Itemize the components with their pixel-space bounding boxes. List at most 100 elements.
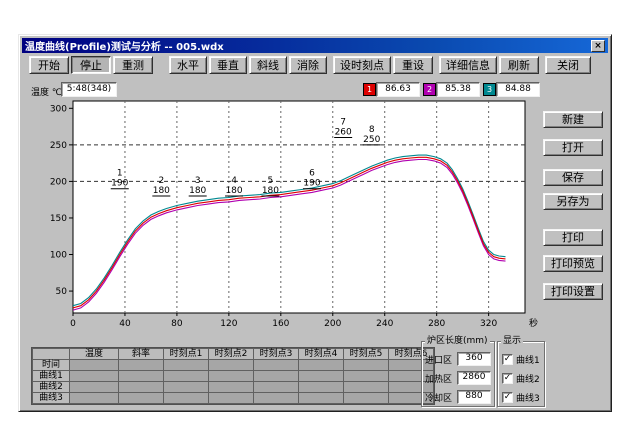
x-tick-label: 0 [70,319,76,329]
legend-swatch-2: 2 [423,83,436,96]
furnace-field-heating-zone[interactable]: 2860 [457,371,491,385]
table-cell [254,360,298,370]
checkbox-curve1[interactable]: ✓ [502,354,513,365]
toolbar-button-stop[interactable]: 停止 [71,56,111,74]
profile-table: 温度斜率时刻点1时刻点2时刻点3时刻点4时刻点5时刻点6时间曲线1曲线2曲线3 [31,347,435,405]
table-row-header: 时间 [33,360,69,370]
y-tick-label: 200 [50,177,67,187]
annotation-index-8: 8 [369,125,375,135]
profile-chart[interactable]: 5010015020025030004080120160200240280320… [27,99,543,345]
side-button-print-preview[interactable]: 打印预览 [543,255,603,272]
table-col-header: 时刻点5 [344,349,388,359]
toolbar-button-horizontal[interactable]: 水平 [169,56,207,74]
table-row-header: 曲线3 [33,393,69,403]
annotation-value-6: 190 [303,179,320,189]
toolbar-button-refresh[interactable]: 刷新 [499,56,539,74]
annotation-index-5: 5 [268,176,274,186]
checkbox-label-curve1: 曲线1 [516,353,540,366]
table-col-header: 时刻点4 [299,349,343,359]
display-row: ✓曲线2 [498,372,544,385]
table-cell [70,393,118,403]
table-cell [164,382,208,392]
table-cell [209,393,253,403]
x-tick-label: 280 [428,319,445,329]
toolbar-button-reset[interactable]: 重设 [393,56,433,74]
table-cell [119,360,163,370]
side-button-save-as[interactable]: 另存为 [543,193,603,210]
table-cell [344,360,388,370]
legend-value-2: 85.38 [436,82,480,97]
toolbar-button-details[interactable]: 详细信息 [439,56,497,74]
annotation-value-4: 180 [225,186,242,196]
toolbar-button-slant[interactable]: 斜线 [249,56,287,74]
table-cell [70,382,118,392]
furnace-row: 加热区 2860 [422,371,494,385]
furnace-panel-title: 炉区长度(mm) [425,336,490,346]
table-cell [209,382,253,392]
toolbar-button-start[interactable]: 开始 [29,56,69,74]
table-col-header: 时刻点3 [254,349,298,359]
y-tick-label: 50 [56,287,68,297]
table-cell [209,371,253,381]
x-tick-label: 80 [171,319,183,329]
furnace-zone-panel: 炉区长度(mm) 进口区360加热区2860冷却区880 [421,341,495,407]
side-button-print[interactable]: 打印 [543,229,603,246]
x-tick-label: 40 [119,319,131,329]
checkbox-label-curve3: 曲线3 [516,391,540,404]
legend-swatch-3: 3 [483,83,496,96]
y-tick-label: 250 [50,141,67,151]
display-panel: 显示 ✓曲线1✓曲线2✓曲线3 [497,341,545,407]
table-cell [119,393,163,403]
furnace-field-entry-zone[interactable]: 360 [457,352,491,366]
x-tick-label: 200 [324,319,341,329]
furnace-field-cooling-zone[interactable]: 880 [457,390,491,404]
display-row: ✓曲线1 [498,353,544,366]
toolbar-button-retest[interactable]: 重测 [113,56,153,74]
table-cell [344,382,388,392]
table-row-header: 曲线1 [33,371,69,381]
side-button-open[interactable]: 打开 [543,139,603,156]
table-col-header: 斜率 [119,349,163,359]
furnace-row: 冷却区 880 [422,390,494,404]
file-button-column: 新建打开保存另存为打印打印预览打印设置 [543,35,603,411]
table-cell [164,360,208,370]
toolbar-button-set-time-points[interactable]: 设时刻点 [333,56,391,74]
furnace-label-cooling-zone: 冷却区 [425,391,452,404]
annotation-index-2: 2 [158,176,164,186]
table-col-header: 温度 [70,349,118,359]
y-tick-label: 100 [50,251,67,261]
table-cell [344,371,388,381]
x-tick-label: 240 [376,319,393,329]
side-button-print-setup[interactable]: 打印设置 [543,283,603,300]
checkbox-curve2[interactable]: ✓ [502,373,513,384]
y-tick-label: 150 [50,214,67,224]
furnace-label-heating-zone: 加热区 [425,372,452,385]
table-cell [70,371,118,381]
toolbar: 关闭 开始停止重测水平垂直斜线消除设时刻点重设详细信息刷新 [19,56,611,74]
side-button-new[interactable]: 新建 [543,111,603,128]
checkbox-label-curve2: 曲线2 [516,372,540,385]
legend-value-3: 84.88 [496,82,540,97]
title-bar: 温度曲线(Profile)测试与分析 -- 005.wdx × [22,38,608,53]
checkbox-curve3[interactable]: ✓ [502,392,513,403]
table-corner-cell [33,349,69,359]
side-button-save[interactable]: 保存 [543,169,603,186]
toolbar-button-erase[interactable]: 消除 [289,56,327,74]
annotation-value-8: 250 [363,135,380,145]
table-cell [299,371,343,381]
table-row-header: 曲线2 [33,382,69,392]
table-cell [299,382,343,392]
annotation-index-1: 1 [117,169,123,179]
table-cell [164,371,208,381]
furnace-row: 进口区360 [422,352,494,366]
display-row: ✓曲线3 [498,391,544,404]
table-cell [119,371,163,381]
y-axis-title: 温度 ℃ [31,85,62,98]
table-col-header: 时刻点2 [209,349,253,359]
legend-swatch-1: 1 [363,83,376,96]
table-cell [119,382,163,392]
toolbar-button-vertical[interactable]: 垂直 [209,56,247,74]
annotation-value-1: 190 [111,179,128,189]
elapsed-time-display: 5:48(348) [61,82,117,97]
annotation-value-7: 260 [335,128,352,138]
